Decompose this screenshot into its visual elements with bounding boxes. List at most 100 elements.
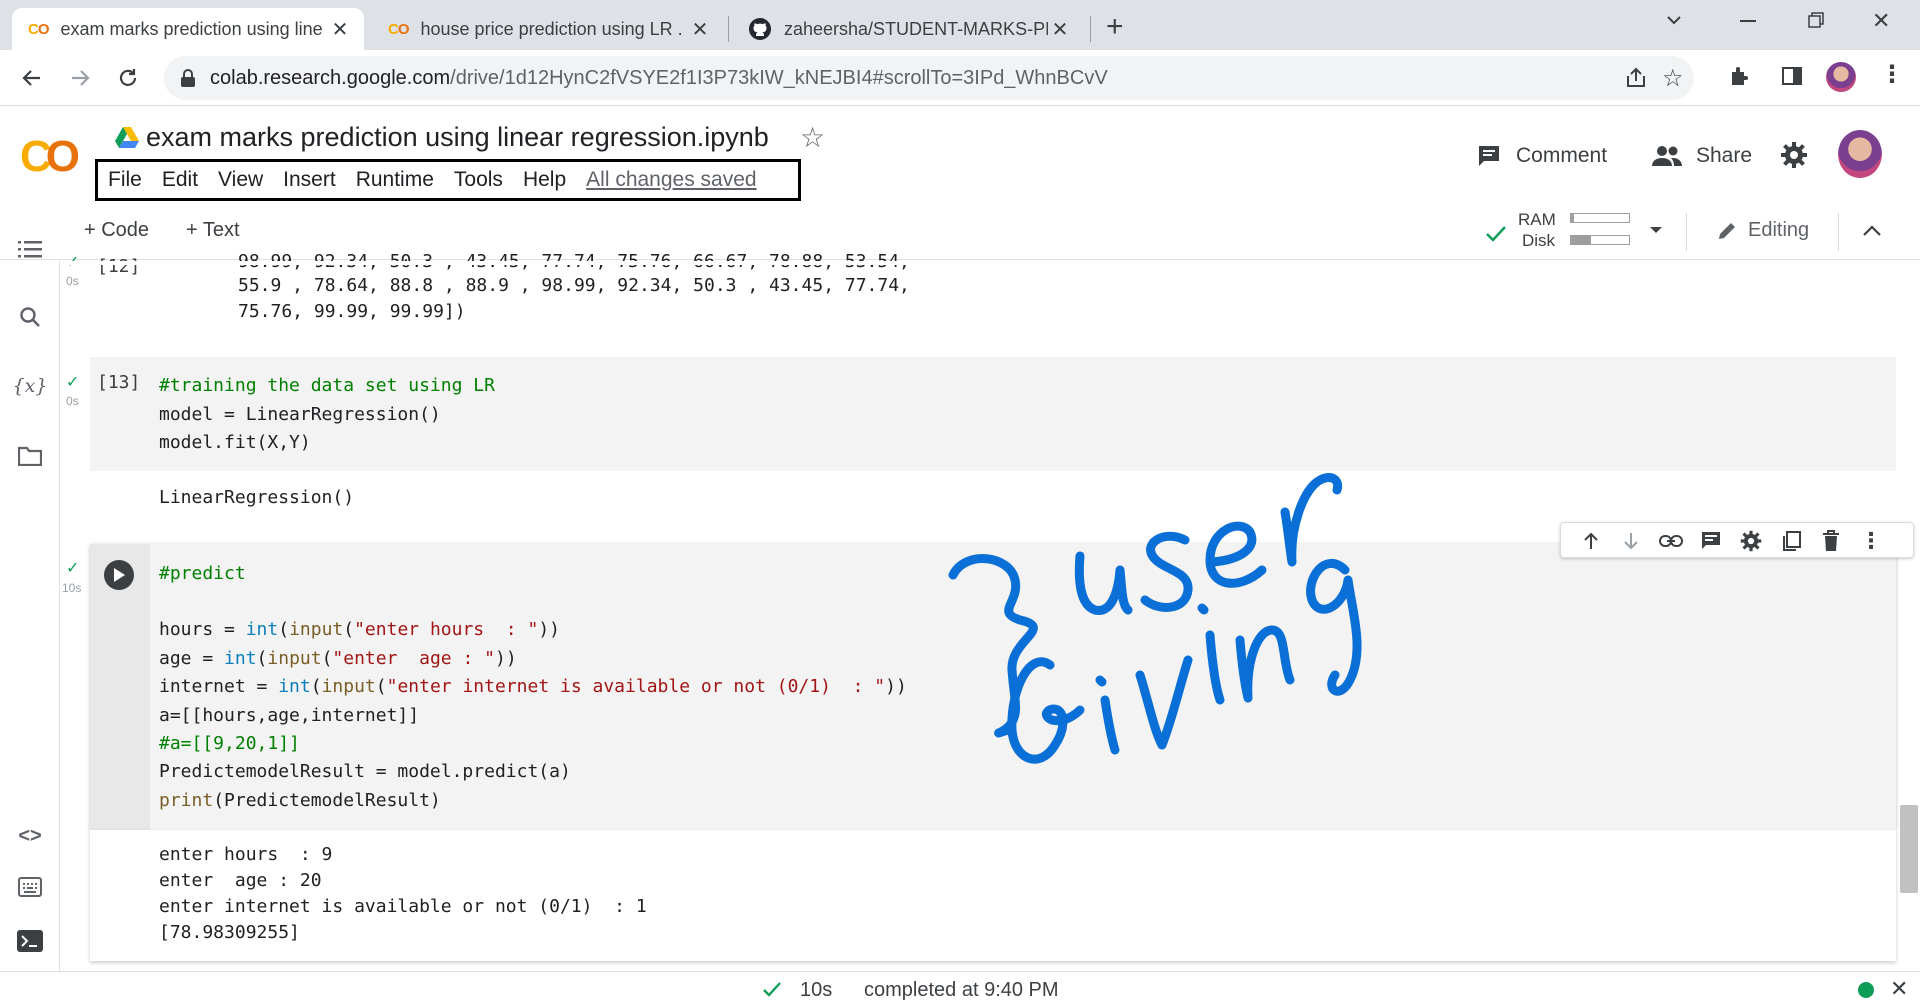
comment-button[interactable]: Comment	[1476, 140, 1607, 172]
cell-output-line: enter age : 20	[159, 870, 322, 891]
runtime-dropdown-icon[interactable]	[1648, 225, 1664, 235]
colab-logo[interactable]: CO	[20, 132, 80, 182]
extensions-icon[interactable]	[1728, 64, 1752, 88]
add-text-button[interactable]: + Text	[186, 219, 240, 242]
code-line-internet: internet = int(input("enter internet is …	[159, 673, 907, 701]
menu-insert[interactable]: Insert	[283, 168, 336, 192]
code-token: print	[159, 790, 214, 811]
share-label: Share	[1696, 144, 1753, 167]
save-status[interactable]: All changes saved	[586, 168, 756, 192]
toolbar-divider	[1838, 213, 1839, 251]
ram-meter[interactable]	[1570, 213, 1630, 223]
browser-toolbar: colab.research.google.com/drive/1d12HynC…	[0, 50, 1920, 106]
side-panel-icon[interactable]	[1780, 64, 1804, 88]
editing-mode-button[interactable]: Editing	[1716, 219, 1809, 242]
execution-check-icon	[762, 979, 782, 999]
tab-separator	[728, 16, 729, 42]
profile-avatar[interactable]	[1826, 62, 1856, 92]
tab-github[interactable]: zaheersha/STUDENT-MARKS-PRE ✕	[732, 8, 1084, 50]
url-host: colab.research.google.com	[210, 66, 451, 89]
back-icon[interactable]	[16, 62, 48, 94]
cell-exec-count: [13]	[97, 372, 141, 393]
run-cell-button[interactable]	[104, 560, 134, 590]
annotation-letter-g	[1306, 559, 1362, 696]
annotation-letter-r	[1280, 473, 1343, 567]
tab-title: zaheersha/STUDENT-MARKS-PRE	[784, 18, 1048, 39]
tab-search-chevron-icon[interactable]	[1664, 10, 1696, 34]
browser-menu-icon[interactable]: ⋮	[1880, 60, 1904, 89]
close-tab-icon[interactable]: ✕	[688, 17, 712, 41]
code-snippets-icon[interactable]: <>	[16, 822, 44, 850]
google-drive-icon[interactable]	[114, 126, 140, 150]
reload-icon[interactable]	[112, 62, 144, 94]
restore-icon[interactable]	[1808, 12, 1824, 28]
cell-more-options-icon[interactable]: ⋮	[1859, 528, 1883, 553]
code-line: PredictemodelResult = model.predict(a)	[159, 761, 571, 782]
close-tab-icon[interactable]: ✕	[328, 17, 352, 41]
menu-bar: File Edit View Insert Runtime Tools Help…	[95, 159, 801, 201]
browser-tab-strip: CO exam marks prediction using line ✕ CO…	[0, 0, 1920, 50]
move-cell-up-icon[interactable]	[1579, 529, 1603, 553]
add-code-button[interactable]: + Code	[84, 219, 149, 242]
left-sidebar	[0, 261, 60, 971]
comment-label: Comment	[1516, 144, 1608, 167]
menu-runtime[interactable]: Runtime	[356, 168, 434, 192]
annotation-letter-n	[1235, 625, 1295, 703]
menu-tools[interactable]: Tools	[454, 168, 503, 192]
notebook-scrollbar[interactable]	[1900, 805, 1918, 893]
ram-label: RAM	[1518, 210, 1556, 229]
tab-house-price[interactable]: CO house price prediction using LR . ✕	[372, 8, 724, 50]
move-cell-down-icon[interactable]	[1619, 529, 1643, 553]
share-button[interactable]: Share	[1652, 140, 1752, 172]
settings-gear-icon[interactable]	[1780, 141, 1808, 169]
command-palette-icon[interactable]	[16, 873, 44, 901]
code-line: a=[[hours,age,internet]]	[159, 705, 420, 726]
terminal-icon[interactable]	[16, 927, 44, 955]
star-notebook-icon[interactable]: ☆	[800, 121, 825, 154]
disk-meter-fill	[1571, 236, 1592, 244]
lock-icon	[180, 69, 196, 87]
close-status-icon[interactable]: ✕	[1890, 976, 1908, 1002]
menu-edit[interactable]: Edit	[162, 168, 198, 192]
menu-help[interactable]: Help	[523, 168, 566, 192]
table-of-contents-icon[interactable]	[16, 235, 44, 263]
search-icon[interactable]	[16, 303, 44, 331]
cell-success-check-icon: ✓	[66, 560, 80, 577]
notebook-title[interactable]: exam marks prediction using linear regre…	[146, 122, 769, 153]
completed-status[interactable]: completed at 9:40 PM	[864, 979, 1059, 1002]
execution-time[interactable]: 10s	[800, 979, 832, 1002]
minimize-icon[interactable]	[1740, 20, 1756, 22]
address-bar[interactable]: colab.research.google.com/drive/1d12HynC…	[164, 56, 1694, 100]
bookmark-star-icon[interactable]: ☆	[1662, 64, 1684, 93]
comment-cell-icon[interactable]	[1699, 529, 1723, 553]
disk-meter[interactable]	[1570, 235, 1630, 245]
window-close-icon[interactable]: ✕	[1872, 8, 1890, 34]
tab-exam-marks[interactable]: CO exam marks prediction using line ✕	[12, 8, 364, 50]
people-icon	[1652, 145, 1682, 167]
files-folder-icon[interactable]	[16, 442, 44, 470]
runtime-connected-indicator[interactable]	[1858, 982, 1874, 998]
scroll-cutoff	[60, 261, 1920, 265]
forward-icon[interactable]	[64, 62, 96, 94]
toolbar-divider	[1686, 213, 1687, 251]
delete-cell-icon[interactable]	[1819, 529, 1843, 553]
close-tab-icon[interactable]: ✕	[1048, 17, 1072, 41]
code-line: model.fit(X,Y)	[159, 432, 311, 453]
new-tab-button[interactable]: +	[1106, 10, 1124, 44]
connected-check-icon[interactable]	[1484, 221, 1508, 245]
variables-icon[interactable]: {x}	[13, 372, 48, 400]
code-line: model = LinearRegression()	[159, 404, 441, 425]
tab-title: house price prediction using LR .	[420, 18, 683, 39]
cell-output-line: [78.98309255]	[159, 922, 300, 943]
handwritten-annotation	[948, 473, 1362, 764]
user-avatar[interactable]	[1838, 130, 1882, 178]
cell-toolbar: ⋮	[1560, 522, 1914, 558]
share-page-icon[interactable]	[1624, 66, 1648, 90]
menu-file[interactable]: File	[108, 168, 142, 192]
link-cell-icon[interactable]	[1659, 529, 1683, 553]
cell-settings-gear-icon[interactable]	[1739, 529, 1763, 553]
mirror-cell-icon[interactable]	[1779, 529, 1803, 553]
code-comment: #a=[[9,20,1]]	[159, 733, 300, 754]
collapse-header-icon[interactable]	[1862, 223, 1882, 237]
menu-view[interactable]: View	[218, 168, 263, 192]
